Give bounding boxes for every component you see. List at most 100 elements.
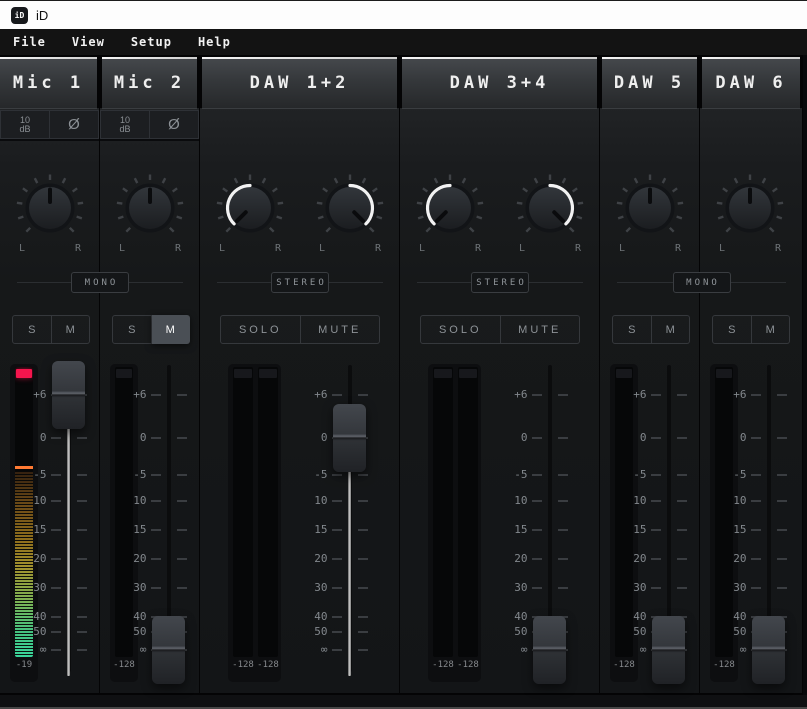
- fader-scale-tick: [677, 587, 687, 589]
- fader-scale-tick: [77, 500, 87, 502]
- fader-handle[interactable]: [333, 404, 366, 472]
- fader-scale-label: 10: [733, 494, 747, 507]
- fader-scale-label: 30: [633, 581, 647, 594]
- fader-scale-label: 40: [314, 610, 328, 623]
- fader-scale-label: 10: [33, 494, 47, 507]
- fader-scale-tick: [558, 474, 568, 476]
- meter-value: -128: [232, 660, 254, 670]
- channel-header: Mic 2: [102, 57, 197, 109]
- fader-scale-tick: [331, 394, 342, 396]
- pan-left-label: L: [218, 243, 226, 254]
- mute-button[interactable]: M: [151, 315, 190, 344]
- link-line: [217, 282, 271, 283]
- fader-scale-tick: [150, 558, 161, 560]
- right-edge-strip: [803, 55, 807, 695]
- fader-scale-label: -5: [133, 468, 147, 481]
- mute-button[interactable]: MUTE: [300, 315, 380, 344]
- pad-10db-button[interactable]: 10 dB: [0, 110, 50, 139]
- fader-scale-tick: [331, 474, 342, 476]
- fader-scale-label: 10: [133, 494, 147, 507]
- mute-button[interactable]: MUTE: [500, 315, 580, 344]
- solo-mute-group: SOLO MUTE: [220, 315, 380, 344]
- fader-handle[interactable]: [652, 616, 685, 684]
- fader-scale-label: 50: [133, 625, 147, 638]
- fader-handle[interactable]: [52, 361, 85, 429]
- pan-knob[interactable]: [310, 168, 390, 248]
- pan-knob[interactable]: [110, 168, 190, 248]
- channel-title: Mic 2: [113, 72, 186, 93]
- fader-scale-tick: [331, 649, 342, 651]
- pan-right-label: R: [674, 243, 682, 254]
- solo-button[interactable]: S: [12, 315, 52, 344]
- fader-scale-tick: [331, 529, 342, 531]
- menu-bar: File View Setup Help: [0, 29, 807, 55]
- phase-invert-button[interactable]: Ø: [50, 110, 99, 139]
- fader-scale-label: +6: [314, 388, 328, 401]
- fader-handle[interactable]: [752, 616, 785, 684]
- fader-scale-label: 15: [314, 523, 328, 536]
- mute-button[interactable]: M: [651, 315, 690, 344]
- solo-button[interactable]: S: [112, 315, 152, 344]
- fader-scale-tick: [777, 529, 787, 531]
- fader-scale-tick: [331, 616, 342, 618]
- fader-scale-tick: [750, 529, 761, 531]
- phase-invert-icon: Ø: [68, 116, 80, 133]
- fader-scale-tick: [531, 437, 542, 439]
- fader-scale-label: 40: [33, 610, 47, 623]
- fader-scale-label: 40: [733, 610, 747, 623]
- fader-scale-tick: [677, 558, 687, 560]
- mute-button[interactable]: M: [51, 315, 90, 344]
- phase-invert-button[interactable]: Ø: [150, 110, 199, 139]
- pan-knob[interactable]: [710, 168, 790, 248]
- clip-indicator: [616, 369, 632, 378]
- menu-item-file[interactable]: File: [13, 35, 46, 49]
- fader-scale-tick: [750, 587, 761, 589]
- channel-link-label[interactable]: MONO: [672, 272, 731, 293]
- fader-scale-tick: [650, 587, 661, 589]
- menu-item-setup[interactable]: Setup: [131, 35, 172, 49]
- pan-knob[interactable]: [10, 168, 90, 248]
- pan-knob[interactable]: [410, 168, 490, 248]
- pad-10db-button[interactable]: 10 dB: [100, 110, 150, 139]
- pan-right-label: R: [374, 243, 382, 254]
- pad-button-label: 10 dB: [19, 114, 31, 134]
- channel-group: DAW 3+4 L R L R SOLO MUTE -128 -128 +6 0 -5 10 15 20 30…: [400, 55, 600, 695]
- fader-handle[interactable]: [533, 616, 566, 684]
- channel-link-label[interactable]: STEREO: [471, 272, 529, 293]
- solo-button[interactable]: SOLO: [220, 315, 301, 344]
- pan-knob[interactable]: [610, 168, 690, 248]
- solo-button[interactable]: S: [612, 315, 652, 344]
- fader-scale-label: 20: [33, 552, 47, 565]
- fader-scale-tick: [531, 394, 542, 396]
- fader-scale-tick: [358, 500, 368, 502]
- solo-mute-group: SM: [112, 315, 190, 344]
- clip-indicator: [716, 369, 732, 378]
- fader-scale-tick: [177, 394, 187, 396]
- meter-value: -128: [432, 660, 454, 670]
- fader-scale-tick: [77, 631, 87, 633]
- fader-track-lit: [67, 395, 70, 676]
- mute-button[interactable]: M: [751, 315, 790, 344]
- fader-scale-tick: [77, 587, 87, 589]
- channel-link-label[interactable]: STEREO: [271, 272, 329, 293]
- channel-header: DAW 5: [602, 57, 697, 109]
- fader-scale-tick: [358, 649, 368, 651]
- menu-item-help[interactable]: Help: [198, 35, 231, 49]
- channel-title: Mic 1: [12, 72, 85, 93]
- solo-mute-group: SM: [12, 315, 90, 344]
- fader-scale-tick: [650, 394, 661, 396]
- menu-item-view[interactable]: View: [72, 35, 105, 49]
- fader-track-lit: [348, 438, 351, 676]
- fader-scale-label: ∞: [139, 643, 147, 656]
- fader-scale-tick: [777, 587, 787, 589]
- fader-scale-tick: [177, 529, 187, 531]
- fader-scale-tick: [331, 558, 342, 560]
- pan-left-label: L: [718, 243, 726, 254]
- channel-link-label[interactable]: MONO: [71, 272, 129, 293]
- pan-knob[interactable]: [510, 168, 590, 248]
- solo-button[interactable]: SOLO: [420, 315, 501, 344]
- solo-button[interactable]: S: [712, 315, 752, 344]
- level-meter-bar: [233, 367, 253, 657]
- pan-knob[interactable]: [210, 168, 290, 248]
- fader-handle[interactable]: [152, 616, 185, 684]
